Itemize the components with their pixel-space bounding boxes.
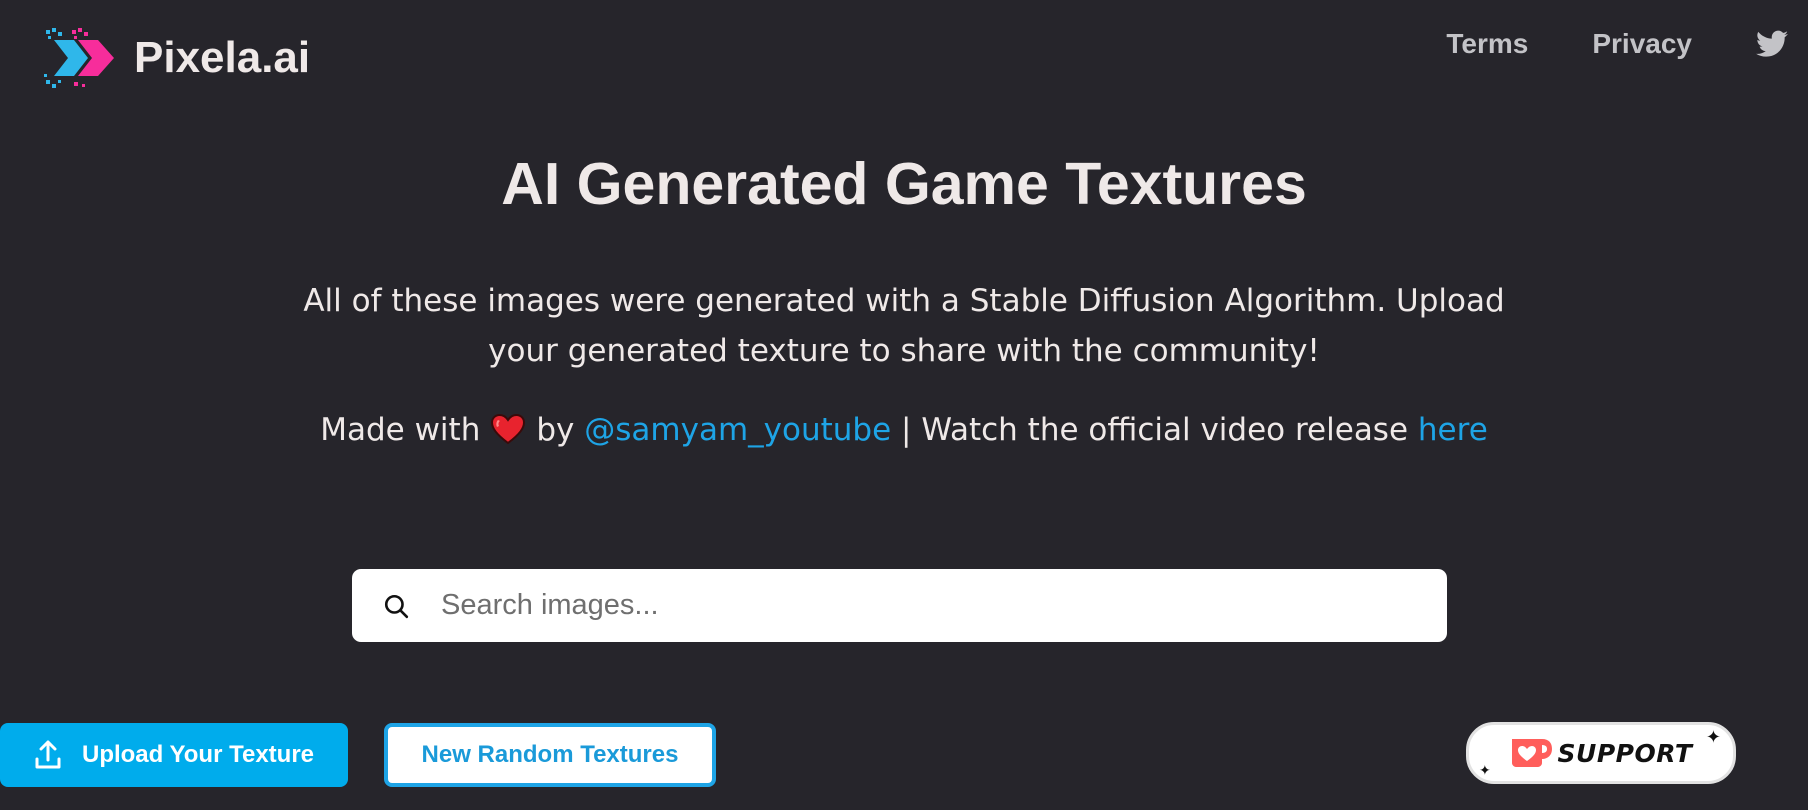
nav-link-privacy[interactable]: Privacy xyxy=(1592,28,1692,60)
logo-link[interactable]: Pixela.ai xyxy=(44,26,310,90)
new-random-textures-button[interactable]: New Random Textures xyxy=(384,723,716,787)
new-random-textures-label: New Random Textures xyxy=(421,741,679,768)
upload-icon xyxy=(35,740,61,769)
kofi-cup-icon xyxy=(1511,739,1552,767)
nav-links: Terms Privacy xyxy=(1446,28,1788,60)
page-description: All of these images were generated with … xyxy=(0,276,1808,376)
credits-line: Made with by @samyam_youtube | Watch the… xyxy=(0,412,1808,448)
twitter-icon[interactable] xyxy=(1756,30,1788,58)
support-label: SUPPORT xyxy=(1557,738,1693,768)
video-release-text: | Watch the official video release xyxy=(901,412,1409,448)
made-with-text: Made with xyxy=(320,412,481,448)
top-nav: Pixela.ai Terms Privacy xyxy=(0,0,1808,110)
sparkle-icon: ✦ xyxy=(1705,727,1721,748)
page-title: AI Generated Game Textures xyxy=(501,151,1307,217)
upload-texture-button[interactable]: Upload Your Texture xyxy=(0,723,348,787)
by-text: by xyxy=(536,412,575,448)
search-icon xyxy=(384,594,409,618)
nav-link-terms[interactable]: Terms xyxy=(1446,28,1528,60)
upload-texture-label: Upload Your Texture xyxy=(81,741,315,768)
logo-text: Pixela.ai xyxy=(134,33,311,82)
author-link[interactable]: @samyam_youtube xyxy=(584,412,891,448)
video-here-link[interactable]: here xyxy=(1418,412,1488,448)
support-kofi-button[interactable]: SUPPORT ✦ ✦ xyxy=(1466,722,1736,784)
sparkle-icon: ✦ xyxy=(1479,763,1491,779)
search-bar xyxy=(352,569,1447,642)
logo-icon xyxy=(44,28,114,88)
search-input[interactable] xyxy=(439,588,1423,623)
description-line-1: All of these images were generated with … xyxy=(303,283,1505,319)
heart-icon xyxy=(491,413,526,445)
description-line-2: your generated texture to share with the… xyxy=(488,333,1320,369)
